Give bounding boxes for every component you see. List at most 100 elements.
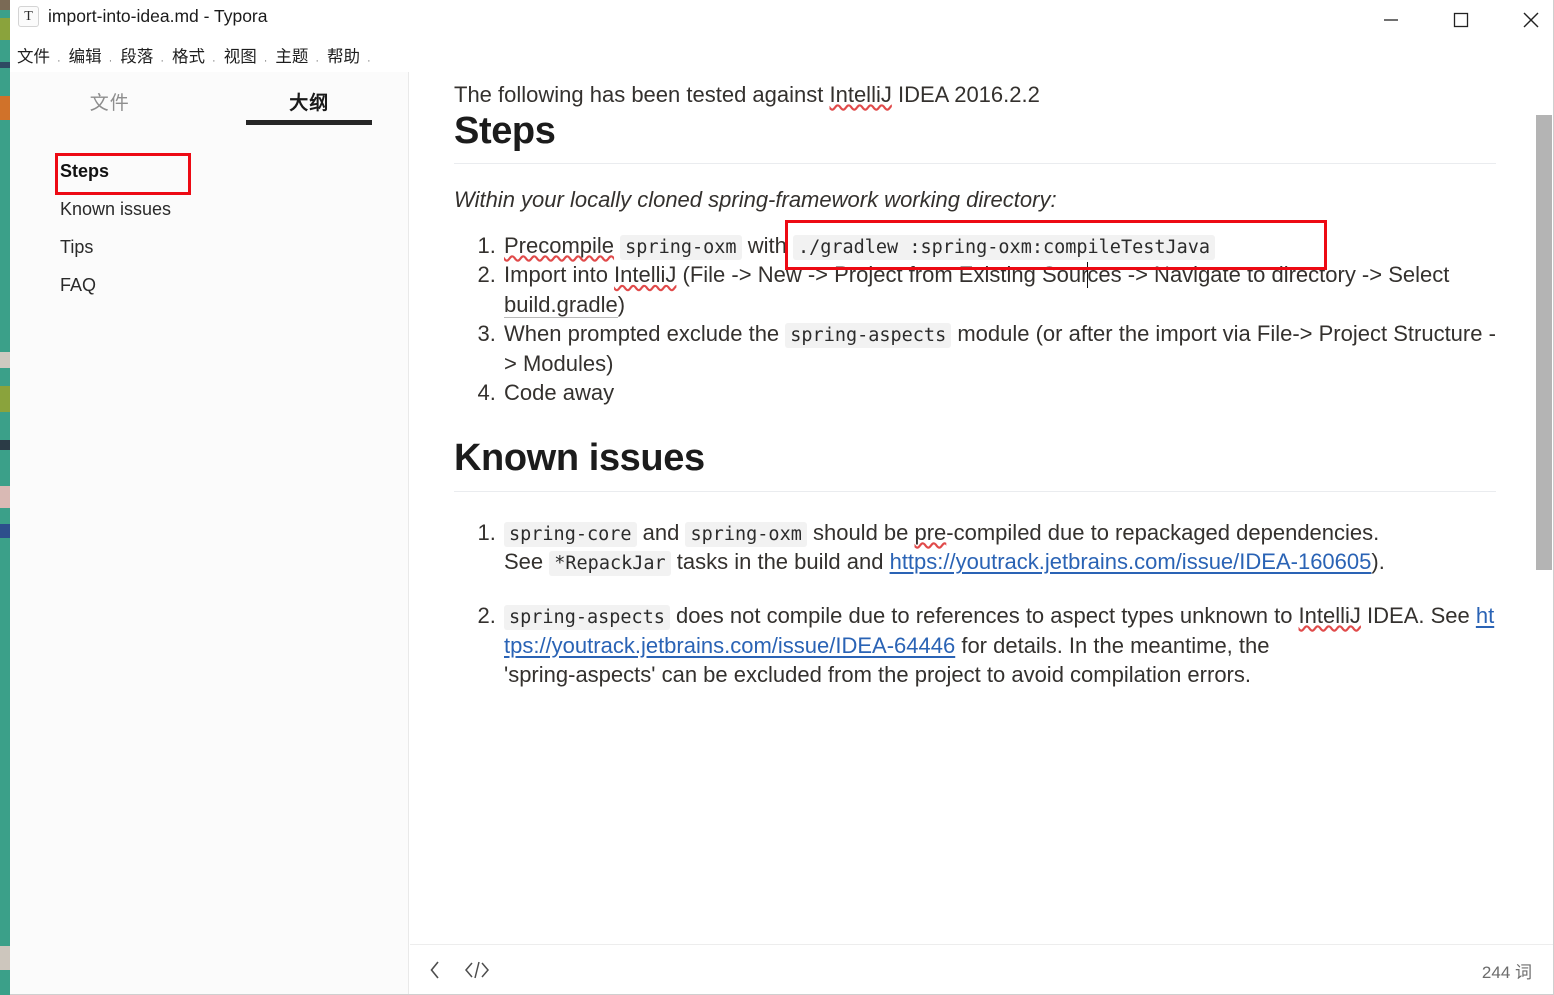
menu-item-help[interactable]: 帮助 xyxy=(326,46,361,68)
outline-item-tips[interactable]: Tips xyxy=(10,228,409,266)
list-item-issue-1[interactable]: spring-core and spring-oxm should be pre… xyxy=(502,518,1496,577)
issue2-text-1: does not compile due to references to as… xyxy=(669,602,1299,628)
code-spring-oxm: spring-oxm xyxy=(620,234,742,260)
menu-separator: · xyxy=(263,55,268,67)
code-gradlew-command: ./gradlew :spring-oxm:compileTestJava xyxy=(792,234,1216,260)
code-spring-oxm: spring-oxm xyxy=(685,521,807,547)
tab-outline-label: 大纲 xyxy=(289,93,330,114)
step2-text-3: ces -> Navigate to directory -> Select xyxy=(1087,262,1450,288)
menu-item-theme[interactable]: 主题 xyxy=(274,46,309,68)
chevron-left-icon[interactable] xyxy=(428,959,442,981)
issue2-misspelled-word: IntelliJ xyxy=(1298,602,1361,628)
source-code-glyph xyxy=(465,961,489,979)
editor-scroll-area[interactable]: The following has been tested against In… xyxy=(410,72,1553,943)
paragraph-intro[interactable]: The following has been tested against In… xyxy=(454,72,1496,110)
paragraph-steps-lead[interactable]: Within your locally cloned spring-framew… xyxy=(454,186,1496,215)
desktop-background-sliver xyxy=(0,0,10,995)
outline-item-steps[interactable]: Steps xyxy=(10,152,409,195)
step2-text-4: ) xyxy=(617,291,626,317)
menu-item-paragraph[interactable]: 段落 xyxy=(119,46,154,68)
desktop-icon-fragment xyxy=(0,524,10,538)
menu-separator: · xyxy=(108,55,113,67)
menu-bar: 文件 · 编辑 · 段落 · 格式 · 视图 · 主题 · 帮助 · xyxy=(10,44,1553,70)
step2-build-gradle: build.gradle xyxy=(504,291,618,318)
desktop-icon-fragment xyxy=(0,62,10,68)
markdown-editor[interactable]: The following has been tested against In… xyxy=(410,72,1553,943)
tab-outline[interactable]: 大纲 xyxy=(210,72,410,125)
ordered-list-steps: Precompile spring-oxm with ./gradlew :sp… xyxy=(454,220,1496,407)
intro-text-before: The following has been tested against xyxy=(454,82,830,107)
outline-list: Steps Known issues Tips FAQ xyxy=(10,152,409,304)
outline-item-faq[interactable]: FAQ xyxy=(10,266,409,304)
chevron-left-glyph xyxy=(430,961,439,979)
title-bar[interactable]: T import-into-idea.md - Typora xyxy=(10,0,1553,40)
source-code-icon[interactable] xyxy=(464,959,490,981)
desktop-icon-fragment xyxy=(0,18,10,40)
app-icon: T xyxy=(18,6,39,27)
status-bar: 244 词 xyxy=(410,944,1553,994)
issue1-text-2: should be xyxy=(806,519,915,545)
desktop-icon-fragment xyxy=(0,486,10,508)
word-count: 244 词 xyxy=(1481,962,1532,982)
outline-item-label: Known issues xyxy=(60,199,172,219)
step4-text: Code away xyxy=(504,379,615,405)
list-item-step-4[interactable]: Code away xyxy=(502,378,1496,407)
close-button[interactable] xyxy=(1508,0,1553,40)
outline-item-known-issues[interactable]: Known issues xyxy=(10,190,409,228)
menu-item-format[interactable]: 格式 xyxy=(171,46,206,68)
close-icon xyxy=(1523,12,1539,28)
tab-active-underline xyxy=(246,120,373,125)
issue1-text-4: See xyxy=(504,549,550,575)
tab-files-label: 文件 xyxy=(89,93,130,114)
desktop-icon-fragment xyxy=(0,96,10,120)
editor-scrollbar-thumb[interactable] xyxy=(1536,115,1552,570)
step2-text-1: Import into xyxy=(504,262,615,288)
tab-files[interactable]: 文件 xyxy=(10,72,210,122)
maximize-button[interactable] xyxy=(1438,0,1484,40)
step1-word-with: with xyxy=(747,232,787,258)
issue1-text-5: tasks in the build and xyxy=(670,549,890,575)
step2-misspelled-word: IntelliJ xyxy=(614,262,677,288)
minimize-button[interactable] xyxy=(1368,0,1414,40)
list-item-step-1[interactable]: Precompile spring-oxm with ./gradlew :sp… xyxy=(502,220,1496,270)
issue1-text-3: -compiled due to repackaged dependencies… xyxy=(946,519,1380,545)
list-item-step-2[interactable]: Import into IntelliJ (File -> New -> Pro… xyxy=(502,260,1496,319)
menu-item-edit[interactable]: 编辑 xyxy=(68,46,103,68)
issue2-text-3: for details. In the meantime, the xyxy=(955,632,1270,658)
status-bar-left xyxy=(410,959,490,981)
editor-scrollbar-track[interactable] xyxy=(1535,72,1553,943)
list-item-issue-2[interactable]: spring-aspects does not compile due to r… xyxy=(502,601,1496,689)
intro-misspelled-word: IntelliJ xyxy=(829,82,892,107)
issue1-misspelled-word: pre xyxy=(914,519,947,545)
minimize-icon xyxy=(1384,19,1398,21)
code-repackjar: *RepackJar xyxy=(549,551,671,577)
desktop-icon-fragment xyxy=(0,440,10,450)
title-group: T import-into-idea.md - Typora xyxy=(18,6,268,27)
ordered-list-known-issues: spring-core and spring-oxm should be pre… xyxy=(454,518,1496,689)
menu-separator: · xyxy=(315,55,320,67)
menu-item-file[interactable]: 文件 xyxy=(16,46,51,68)
maximize-icon xyxy=(1453,12,1469,28)
heading-known-issues[interactable]: Known issues xyxy=(454,437,1496,492)
link-idea-160605[interactable]: https://youtrack.jetbrains.com/issue/IDE… xyxy=(890,549,1372,574)
menu-item-view[interactable]: 视图 xyxy=(223,46,258,68)
issue2-text-2: IDEA. See xyxy=(1360,602,1476,628)
step3-text-1: When prompted exclude the xyxy=(504,320,786,346)
intro-text-after: IDEA 2016.2.2 xyxy=(891,82,1040,107)
outline-item-label: Tips xyxy=(60,237,94,257)
issue1-text-6: ). xyxy=(1371,549,1385,575)
desktop-icon-fragment xyxy=(0,352,10,368)
menu-separator: · xyxy=(212,55,216,67)
menu-separator: · xyxy=(367,55,371,67)
issue2-text-4: 'spring-aspects' can be excluded from th… xyxy=(504,661,1251,687)
typora-window: T import-into-idea.md - Typora 文件 · 编辑 ·… xyxy=(10,0,1554,995)
desktop-icon-fragment xyxy=(0,386,10,412)
menu-separator: · xyxy=(160,55,165,67)
heading-steps[interactable]: Steps xyxy=(454,110,1496,165)
desktop-icon-fragment xyxy=(0,0,10,10)
window-title: import-into-idea.md - Typora xyxy=(48,6,268,26)
menu-separator: · xyxy=(57,55,61,67)
list-item-step-3[interactable]: When prompted exclude the spring-aspects… xyxy=(502,319,1496,378)
issue1-text-1: and xyxy=(636,519,686,545)
code-spring-aspects: spring-aspects xyxy=(504,604,670,630)
